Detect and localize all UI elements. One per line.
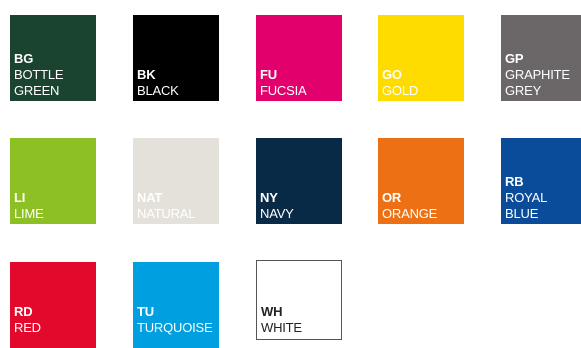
color-code: OR xyxy=(382,190,402,205)
color-name: GOLD xyxy=(382,83,419,98)
swatch-label: GP GRAPHITE GREY xyxy=(505,51,581,99)
swatch-label: BK BLACK xyxy=(137,67,217,99)
color-code: RD xyxy=(14,304,33,319)
swatch-royal-blue: RB ROYAL BLUE xyxy=(501,138,581,224)
color-code: BK xyxy=(137,67,156,82)
color-name: ROYAL BLUE xyxy=(505,190,548,221)
color-name: NATURAL xyxy=(137,206,196,221)
swatch-label: WH WHITE xyxy=(261,304,339,336)
color-code: NY xyxy=(260,190,278,205)
swatch-black: BK BLACK xyxy=(133,15,219,101)
color-name: BLACK xyxy=(137,83,179,98)
color-code: FU xyxy=(260,67,277,82)
color-name: TURQUOISE xyxy=(137,320,213,335)
color-name: RED xyxy=(14,320,41,335)
color-code: GO xyxy=(382,67,402,82)
color-code: TU xyxy=(137,304,154,319)
swatch-turquoise: TU TURQUOISE xyxy=(133,262,219,348)
swatch-label: RD RED xyxy=(14,304,94,336)
color-name: GRAPHITE GREY xyxy=(505,67,570,98)
swatch-label: LI LIME xyxy=(14,190,94,222)
swatch-navy: NY NAVY xyxy=(256,138,342,224)
swatch-lime: LI LIME xyxy=(10,138,96,224)
swatch-fucsia: FU FUCSIA xyxy=(256,15,342,101)
color-code: BG xyxy=(14,51,34,66)
swatch-label: RB ROYAL BLUE xyxy=(505,174,581,222)
swatch-white: WH WHITE xyxy=(256,260,342,340)
color-code: LI xyxy=(14,190,26,205)
color-name: ORANGE xyxy=(382,206,438,221)
color-name: WHITE xyxy=(261,320,302,335)
swatch-orange: OR ORANGE xyxy=(378,138,464,224)
swatch-label: GO GOLD xyxy=(382,67,462,99)
color-name: FUCSIA xyxy=(260,83,307,98)
color-code: NAT xyxy=(137,190,163,205)
swatch-red: RD RED xyxy=(10,262,96,348)
swatch-bottle-green: BG BOTTLE GREEN xyxy=(10,15,96,101)
swatch-graphite-grey: GP GRAPHITE GREY xyxy=(501,15,581,101)
swatch-label: FU FUCSIA xyxy=(260,67,340,99)
swatch-gold: GO GOLD xyxy=(378,15,464,101)
color-name: NAVY xyxy=(260,206,294,221)
color-code: WH xyxy=(261,304,283,319)
swatch-natural: NAT NATURAL xyxy=(133,138,219,224)
swatch-label: TU TURQUOISE xyxy=(137,304,217,336)
swatch-label: NY NAVY xyxy=(260,190,340,222)
swatch-label: NAT NATURAL xyxy=(137,190,217,222)
swatch-label: BG BOTTLE GREEN xyxy=(14,51,94,99)
color-code: GP xyxy=(505,51,524,66)
swatch-label: OR ORANGE xyxy=(382,190,462,222)
color-name: LIME xyxy=(14,206,44,221)
color-code: RB xyxy=(505,174,524,189)
color-name: BOTTLE GREEN xyxy=(14,67,64,98)
